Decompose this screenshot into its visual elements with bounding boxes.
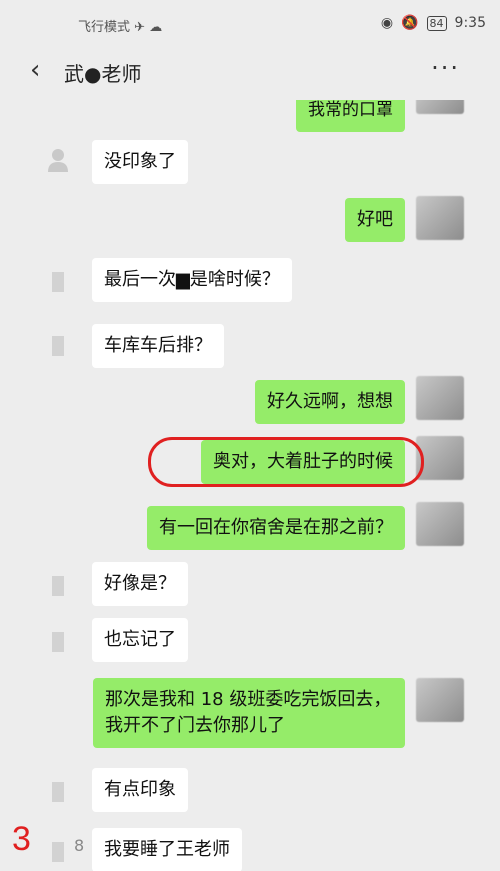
annotation-number: 3	[12, 820, 31, 858]
message-bubble[interactable]: 我要睡了王老师	[92, 828, 242, 871]
wifi-icon: ◉	[380, 15, 394, 31]
avatar[interactable]	[38, 832, 78, 871]
message-bubble[interactable]: 有一回在你宿舍是在那之前？	[147, 506, 405, 550]
avatar[interactable]	[38, 140, 78, 180]
message-bubble[interactable]: 那次是我和 18 级班委吃完饭回去，我开不了门去你那儿了	[93, 678, 405, 748]
person-icon	[52, 272, 64, 292]
status-right: ◉ 🔕 84 9:35	[381, 15, 486, 31]
person-icon	[52, 632, 64, 652]
more-button[interactable]: ···	[431, 54, 460, 82]
avatar[interactable]	[416, 376, 464, 420]
airplane-mode-text: 飞行模式 ✈ ☁	[78, 16, 162, 35]
highlight-circle	[148, 437, 424, 487]
chat-title: 武●老师	[64, 62, 142, 86]
person-icon	[52, 782, 64, 802]
message-bubble[interactable]: 没印象了	[92, 140, 188, 184]
ellipsis-icon: ···	[431, 54, 460, 82]
status-bar: 飞行模式 ✈ ☁ ◉ 🔕 84 9:35	[0, 0, 500, 44]
avatar[interactable]	[416, 502, 464, 546]
annotation-small-number: 8	[74, 836, 85, 855]
message-bubble[interactable]: 有点印象	[92, 768, 188, 812]
person-icon	[48, 149, 68, 172]
airplane-mode-label: 飞行模式	[78, 20, 131, 35]
cloud-icon: ☁	[149, 20, 163, 35]
avatar[interactable]	[38, 326, 78, 366]
avatar[interactable]	[416, 678, 464, 722]
message-bubble[interactable]: 好吧	[345, 198, 405, 242]
message-bubble[interactable]: 好久远啊，想想	[255, 380, 405, 424]
avatar[interactable]	[38, 622, 78, 662]
chat-header: ‹ 武●老师 ···	[0, 44, 500, 100]
back-button[interactable]: ‹	[30, 56, 40, 84]
airplane-icon: ✈	[134, 20, 146, 35]
person-icon	[52, 842, 64, 862]
avatar[interactable]	[416, 196, 464, 240]
avatar[interactable]	[38, 772, 78, 812]
chevron-left-icon: ‹	[30, 55, 41, 85]
avatar[interactable]	[38, 262, 78, 302]
person-icon	[52, 576, 64, 596]
mute-icon: 🔕	[401, 15, 419, 31]
message-bubble[interactable]: 最后一次▆是啥时候？	[92, 258, 292, 302]
avatar[interactable]	[416, 100, 464, 114]
clock: 9:35	[454, 15, 486, 31]
message-bubble[interactable]: 好像是？	[92, 562, 188, 606]
message-bubble[interactable]: 也忘记了	[92, 618, 188, 662]
message-bubble[interactable]: 我常的口罩	[296, 100, 405, 132]
battery-icon: 84	[426, 15, 447, 31]
avatar[interactable]	[38, 566, 78, 606]
person-icon	[52, 336, 64, 356]
message-bubble[interactable]: 车库车后排？	[92, 324, 224, 368]
